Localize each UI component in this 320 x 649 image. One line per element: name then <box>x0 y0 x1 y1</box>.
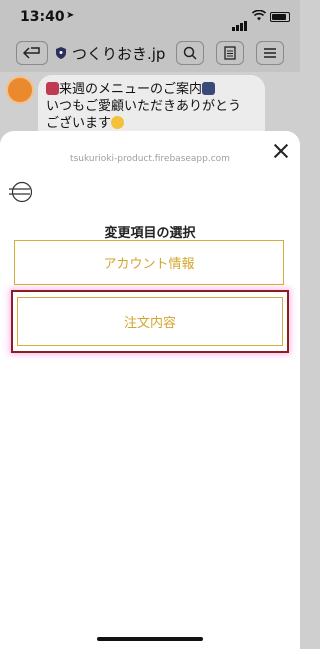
battery-icon <box>270 12 290 22</box>
search-icon <box>183 46 197 60</box>
document-icon <box>224 46 236 60</box>
phone-emoji-icon <box>202 82 216 95</box>
selection-sheet: tsukurioki-product.firebaseapp.com 変更項目の… <box>0 131 300 649</box>
pencil-emoji-icon <box>46 82 59 95</box>
menu-button[interactable] <box>256 41 284 65</box>
highlight-frame: 注文内容 <box>11 290 289 353</box>
home-indicator <box>97 637 203 641</box>
status-time: 13:40 <box>20 9 65 25</box>
avatar[interactable] <box>6 76 34 104</box>
hamburger-menu-icon <box>264 48 276 58</box>
browser-header: つくりおき.jp <box>0 34 300 72</box>
chat-line-2: いつもご愛顧いただきありがとう <box>46 99 242 114</box>
location-arrow-icon: ➤ <box>66 10 75 21</box>
section-title: 変更項目の選択 <box>104 226 196 241</box>
status-bar: 13:40 ➤ <box>0 0 300 34</box>
wifi-icon <box>252 10 266 21</box>
back-button[interactable] <box>16 41 48 65</box>
close-icon[interactable] <box>273 143 289 159</box>
signal-icon <box>232 12 248 31</box>
back-arrow-icon <box>23 47 40 59</box>
search-button[interactable] <box>176 41 204 65</box>
order-details-button[interactable]: 注文内容 <box>17 297 283 346</box>
sheet-url: tsukurioki-product.firebaseapp.com <box>70 154 230 164</box>
smile-emoji-icon <box>111 116 125 129</box>
page-title: つくりおき.jp <box>72 45 166 63</box>
logo-icon <box>9 181 33 203</box>
chat-line-1: 来週のメニューのご案内 <box>59 82 203 97</box>
page-info-button[interactable] <box>216 41 244 65</box>
shield-icon <box>56 47 66 59</box>
chat-area: 来週のメニューのご案内 いつもご愛顧いただきありがとう ございます <box>0 72 300 145</box>
account-info-button[interactable]: アカウント情報 <box>14 240 284 285</box>
chat-line-3: ございます <box>46 116 112 131</box>
